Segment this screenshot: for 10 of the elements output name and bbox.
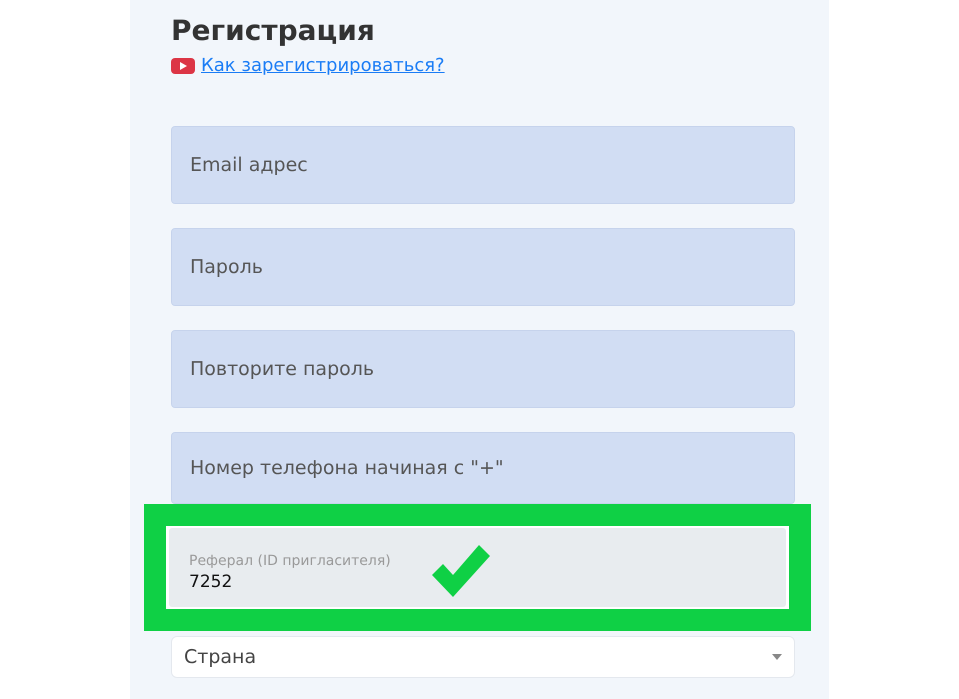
video-icon: [171, 58, 195, 74]
input-field[interactable]: Email адрес: [171, 126, 795, 204]
country-select[interactable]: Страна: [171, 636, 795, 678]
page-title: Регистрация: [171, 13, 376, 49]
input-field[interactable]: Номер телефона начиная с "+": [171, 432, 795, 504]
help-link[interactable]: Как зарегистрироваться?: [201, 52, 445, 79]
field-label: Реферал (ID пригласителя): [189, 553, 391, 569]
input-field[interactable]: Повторите пароль: [171, 330, 795, 408]
input-field[interactable]: 7252: [189, 572, 389, 592]
input-field[interactable]: Пароль: [171, 228, 795, 306]
